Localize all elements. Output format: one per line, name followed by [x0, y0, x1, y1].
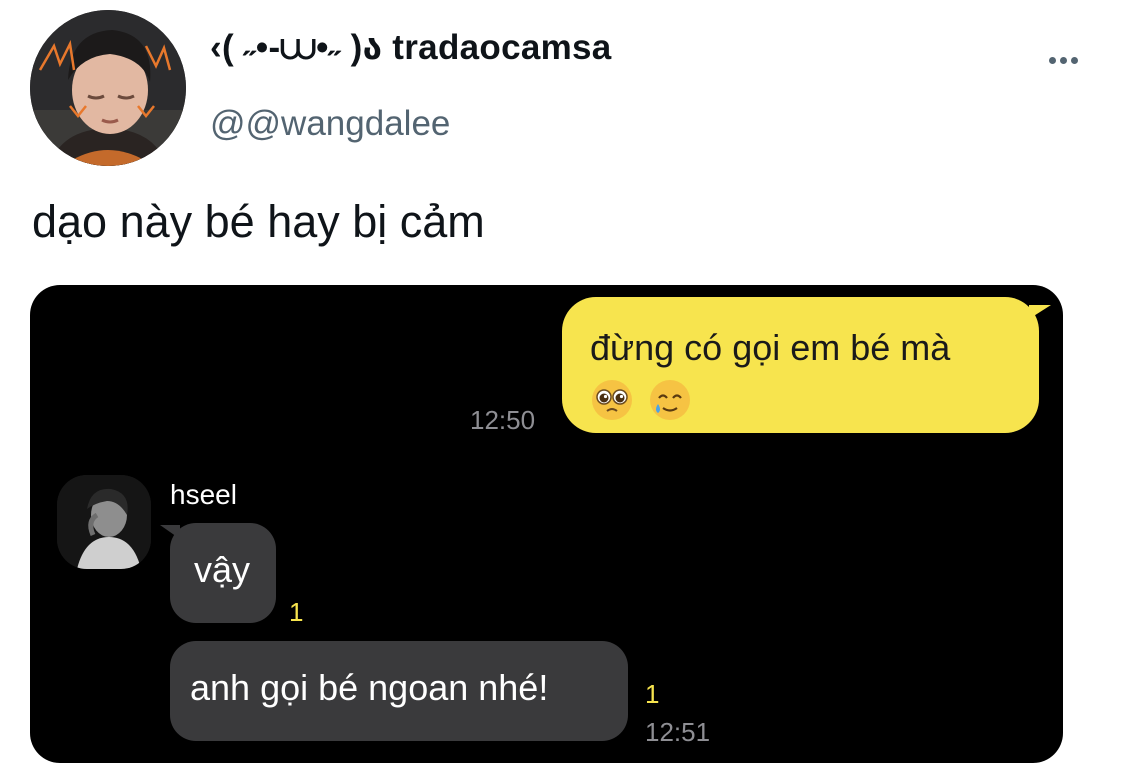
- incoming-message-bubble: vậy: [160, 523, 276, 623]
- sender-avatar[interactable]: [57, 475, 151, 569]
- display-name[interactable]: ‹( ˶•-⩊•˶ )ა tradaocamsa: [210, 28, 612, 68]
- bubble-tail: [1029, 305, 1051, 319]
- pleading-face-icon: [590, 378, 634, 422]
- profile-avatar[interactable]: [30, 10, 186, 166]
- emoji-row: [590, 373, 1039, 423]
- profile-photo: [30, 10, 186, 166]
- incoming-message-text: vậy: [194, 549, 251, 590]
- unread-count: 1: [645, 679, 660, 709]
- smiling-face-with-tear-icon: [648, 378, 692, 422]
- sender-name: hseel: [170, 479, 237, 510]
- user-handle[interactable]: @@wangdalee: [210, 104, 450, 144]
- unread-count: 1: [289, 597, 304, 627]
- bubble-tail: [160, 525, 180, 539]
- message-time: 12:50: [470, 405, 536, 435]
- message-time: 12:51: [645, 717, 711, 747]
- tweet-media-chat-screenshot[interactable]: 12:50 đừng có gọi em bé mà hseel vậy 1 a…: [30, 285, 1063, 763]
- incoming-message-bubble: anh gọi bé ngoan nhé!: [170, 641, 628, 741]
- outgoing-message-text: đừng có gọi em bé mà: [590, 327, 951, 368]
- more-options-icon[interactable]: [1038, 48, 1088, 72]
- outgoing-message-bubble: đừng có gọi em bé mà: [562, 297, 1051, 433]
- tweet-text: dạo này bé hay bị cảm: [32, 196, 485, 247]
- incoming-message-text: anh gọi bé ngoan nhé!: [190, 667, 549, 708]
- sender-photo: [57, 475, 151, 569]
